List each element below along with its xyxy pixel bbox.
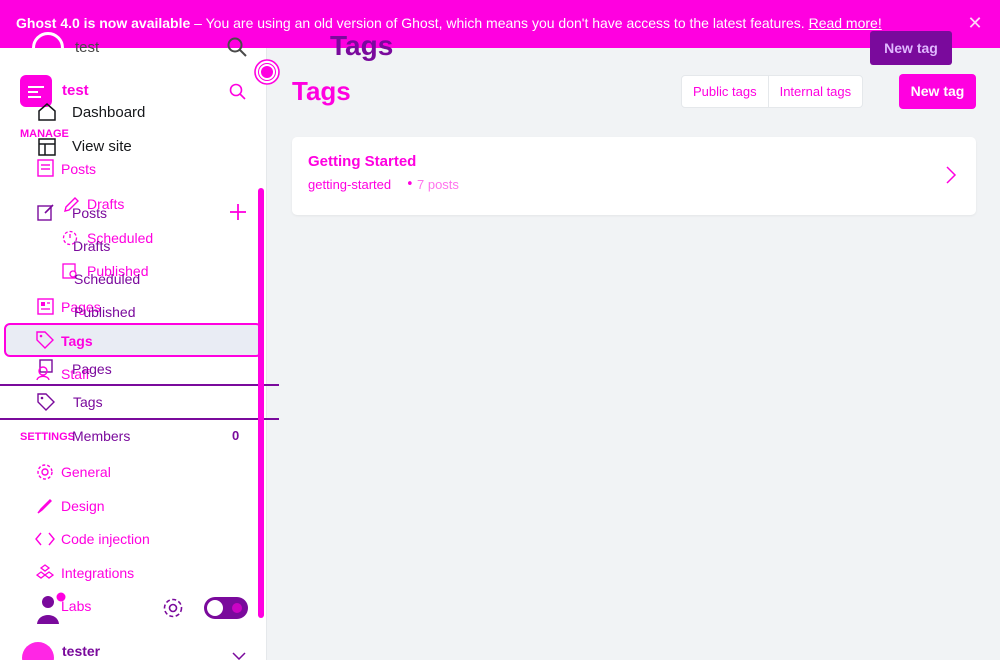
- members-count-badge: 0: [232, 428, 240, 443]
- chevron-right-icon: [944, 165, 958, 185]
- nav-labs[interactable]: Labs: [61, 598, 91, 614]
- integrations-icon: [36, 564, 54, 582]
- tag-filter-segment: Public tags Internal tags: [681, 75, 864, 108]
- nav-tags[interactable]: Tags: [61, 333, 93, 349]
- nav-design[interactable]: Design: [61, 498, 105, 514]
- ghost-site-logo: [32, 32, 64, 64]
- filter-public-tags[interactable]: Public tags: [682, 76, 768, 107]
- ghost-new-tag-button[interactable]: New tag: [870, 31, 952, 65]
- tag-name: Getting Started: [308, 153, 417, 170]
- banner-read-more-link[interactable]: Read more!: [809, 15, 882, 31]
- nav-tags-secondary[interactable]: Tags: [73, 394, 103, 410]
- edit-post-icon: [37, 203, 55, 221]
- nav-view-site[interactable]: View site: [72, 138, 132, 155]
- search-icon[interactable]: [228, 82, 248, 102]
- site-title[interactable]: test: [62, 82, 89, 99]
- tag-icon: [36, 331, 54, 349]
- posts-icon: [37, 159, 55, 177]
- nav-integrations[interactable]: Integrations: [61, 565, 134, 581]
- toggle-indicator-icon: [232, 603, 242, 613]
- nav-code-injection[interactable]: Code injection: [61, 531, 150, 547]
- section-settings: SETTINGS: [20, 431, 76, 443]
- tag-slug: getting-started: [308, 177, 392, 192]
- banner-close-icon[interactable]: ✕: [966, 15, 984, 33]
- nav-drafts-secondary[interactable]: Drafts: [73, 238, 110, 254]
- ghost-page-title: Tags: [330, 30, 394, 61]
- main-content: [267, 0, 1000, 660]
- nav-dashboard[interactable]: Dashboard: [72, 104, 145, 121]
- nav-published-secondary[interactable]: Published: [74, 304, 136, 320]
- night-mode-toggle[interactable]: [204, 597, 248, 619]
- banner-title: Ghost 4.0 is now available: [16, 15, 191, 31]
- ghost-site-title: test: [75, 39, 100, 56]
- user-name[interactable]: tester: [62, 643, 100, 659]
- home-icon: [37, 102, 57, 122]
- update-banner: Ghost 4.0 is now available – You are usi…: [0, 0, 1000, 48]
- settings-gear-icon[interactable]: [162, 597, 184, 619]
- ghost-search-icon[interactable]: [226, 36, 248, 58]
- code-icon: [35, 531, 55, 547]
- tag-separator: •: [406, 177, 414, 192]
- chevron-down-icon[interactable]: [232, 652, 246, 660]
- page-title: Tags: [292, 76, 351, 106]
- staff-icon: [36, 359, 56, 381]
- tag-secondary-icon: [37, 393, 55, 411]
- notification-icon[interactable]: [252, 57, 282, 87]
- brush-icon: [36, 497, 54, 515]
- banner-message: – You are using an old version of Ghost,…: [190, 15, 809, 31]
- pages-icon: [37, 298, 55, 316]
- nav-posts-secondary[interactable]: Posts: [72, 205, 107, 221]
- nav-scheduled-secondary[interactable]: Scheduled: [74, 271, 140, 287]
- add-post-icon[interactable]: [228, 202, 248, 222]
- gear-icon: [36, 463, 54, 481]
- new-tag-button[interactable]: New tag: [899, 74, 976, 109]
- sidebar-scrollbar[interactable]: [258, 188, 264, 618]
- banner-text: Ghost 4.0 is now available – You are usi…: [16, 15, 882, 31]
- nav-members[interactable]: Members: [72, 428, 130, 444]
- nav-general[interactable]: General: [61, 464, 111, 480]
- tag-list-item[interactable]: Getting Started getting-started • 7 post…: [292, 137, 976, 215]
- layout-icon: [37, 137, 57, 157]
- tag-post-count: 7 posts: [417, 177, 459, 192]
- nav-pages-secondary[interactable]: Pages: [72, 361, 112, 377]
- toggle-knob: [207, 600, 223, 616]
- filter-internal-tags[interactable]: Internal tags: [767, 76, 863, 107]
- nav-posts[interactable]: Posts: [61, 161, 96, 177]
